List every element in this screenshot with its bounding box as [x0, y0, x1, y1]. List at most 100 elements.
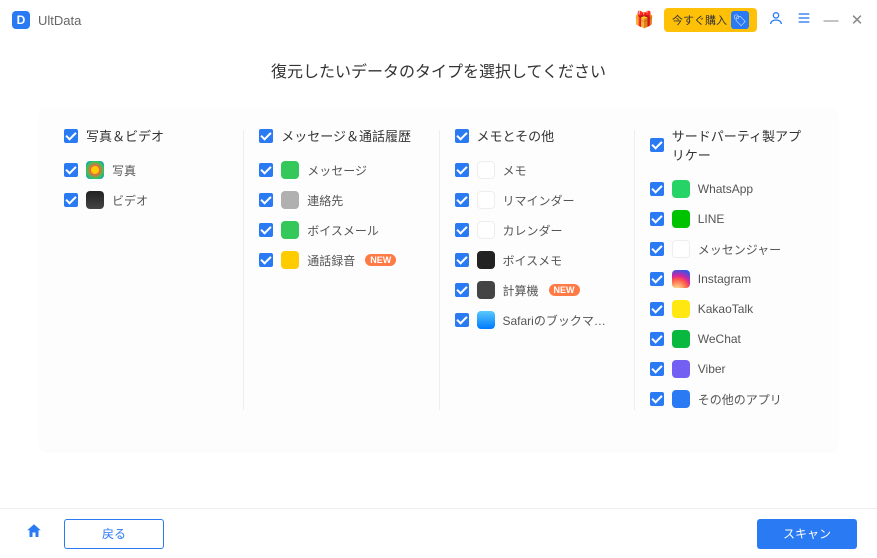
group-notes-checkbox[interactable]: [455, 129, 469, 143]
list-item: リマインダー: [455, 191, 618, 209]
item-checkbox[interactable]: [650, 182, 664, 196]
item-label: その他のアプリ: [698, 391, 782, 408]
list-item: メモ: [455, 161, 618, 179]
item-checkbox[interactable]: [650, 212, 664, 226]
user-icon[interactable]: [767, 10, 785, 30]
wechat-icon: [672, 330, 690, 348]
titlebar: D UltData 🎁 今すぐ購入 🏷 — ✕: [0, 0, 877, 40]
list-item: カレンダー: [455, 221, 618, 239]
calendar-icon: [477, 221, 495, 239]
group-photos-checkbox[interactable]: [64, 129, 78, 143]
item-checkbox[interactable]: [455, 253, 469, 267]
item-checkbox[interactable]: [650, 332, 664, 346]
item-checkbox[interactable]: [455, 313, 469, 327]
list-item: メッセンジャー: [650, 240, 813, 258]
item-label: カレンダー: [503, 222, 563, 239]
call-record-icon: [281, 251, 299, 269]
group-photos-videos: 写真＆ビデオ 写真ビデオ: [48, 108, 243, 430]
item-checkbox[interactable]: [259, 163, 273, 177]
list-item: 連絡先: [259, 191, 422, 209]
item-checkbox[interactable]: [650, 272, 664, 286]
app-logo-icon: D: [12, 11, 30, 29]
group-thirdparty: サードパーティ製アプリケー WhatsApp LINE メッセンジャー Instagr…: [634, 108, 829, 430]
viber-icon: [672, 360, 690, 378]
item-label: KakaoTalk: [698, 302, 753, 316]
list-item: Instagram: [650, 270, 813, 288]
item-checkbox[interactable]: [64, 163, 78, 177]
messages-icon: [281, 161, 299, 179]
list-item: Safariのブックマ…: [455, 311, 618, 329]
item-checkbox[interactable]: [650, 242, 664, 256]
item-label: 連絡先: [307, 192, 343, 209]
list-item: ビデオ: [64, 191, 227, 209]
buy-now-button[interactable]: 今すぐ購入 🏷: [664, 8, 757, 32]
buy-now-label: 今すぐ購入: [672, 12, 727, 28]
group-messages-title: メッセージ＆通話履歴: [281, 126, 411, 145]
list-item: その他のアプリ: [650, 390, 813, 408]
voice-memo-icon: [477, 251, 495, 269]
item-checkbox[interactable]: [650, 362, 664, 376]
close-button[interactable]: ✕: [849, 11, 865, 29]
reminders-icon: [477, 191, 495, 209]
item-label: 計算機: [503, 282, 539, 299]
list-item: WeChat: [650, 330, 813, 348]
list-item: KakaoTalk: [650, 300, 813, 318]
item-label: ボイスメール: [307, 222, 379, 239]
group-photos-title: 写真＆ビデオ: [86, 126, 164, 145]
item-label: WhatsApp: [698, 182, 753, 196]
new-badge: NEW: [365, 254, 396, 266]
list-item: WhatsApp: [650, 180, 813, 198]
messenger-icon: [672, 240, 690, 258]
item-label: Safariのブックマ…: [503, 312, 606, 329]
group-notes: メモとその他 メモリマインダーカレンダーボイスメモ計算機 NEW Safariのブッ…: [439, 108, 634, 430]
cart-badge-icon: 🏷: [731, 11, 749, 29]
list-item: Viber: [650, 360, 813, 378]
item-label: LINE: [698, 212, 725, 226]
item-checkbox[interactable]: [64, 193, 78, 207]
item-label: メモ: [503, 162, 527, 179]
group-thirdparty-title: サードパーティ製アプリケー: [672, 126, 813, 164]
contacts-icon: [281, 191, 299, 209]
item-label: Viber: [698, 362, 726, 376]
item-label: 通話録音: [307, 252, 355, 269]
item-checkbox[interactable]: [455, 283, 469, 297]
app-title: UltData: [38, 13, 81, 28]
item-checkbox[interactable]: [259, 223, 273, 237]
new-badge: NEW: [549, 284, 580, 296]
page-title: 復元したいデータのタイプを選択してください: [0, 58, 877, 82]
item-label: ボイスメモ: [503, 252, 563, 269]
item-label: 写真: [112, 162, 136, 179]
voicemail-icon: [281, 221, 299, 239]
group-notes-title: メモとその他: [477, 126, 555, 145]
item-checkbox[interactable]: [650, 392, 664, 406]
item-checkbox[interactable]: [259, 253, 273, 267]
home-button[interactable]: [20, 520, 48, 548]
calculator-icon: [477, 281, 495, 299]
list-item: 写真: [64, 161, 227, 179]
minimize-button[interactable]: —: [823, 12, 839, 29]
footer: 戻る スキャン: [0, 508, 877, 558]
item-checkbox[interactable]: [455, 163, 469, 177]
group-messages-checkbox[interactable]: [259, 129, 273, 143]
list-item: ボイスメール: [259, 221, 422, 239]
item-label: Instagram: [698, 272, 751, 286]
item-checkbox[interactable]: [455, 193, 469, 207]
safari-icon: [477, 311, 495, 329]
menu-icon[interactable]: [795, 10, 813, 30]
list-item: LINE: [650, 210, 813, 228]
back-button[interactable]: 戻る: [64, 519, 164, 549]
item-label: ビデオ: [112, 192, 148, 209]
item-checkbox[interactable]: [650, 302, 664, 316]
item-checkbox[interactable]: [455, 223, 469, 237]
group-thirdparty-checkbox[interactable]: [650, 138, 664, 152]
scan-button[interactable]: スキャン: [757, 519, 857, 549]
line-icon: [672, 210, 690, 228]
list-item: 計算機 NEW: [455, 281, 618, 299]
item-checkbox[interactable]: [259, 193, 273, 207]
gift-icon[interactable]: 🎁: [634, 10, 654, 30]
photos-icon: [86, 161, 104, 179]
titlebar-actions: 🎁 今すぐ購入 🏷 — ✕: [634, 8, 865, 32]
kakaotalk-icon: [672, 300, 690, 318]
item-label: リマインダー: [503, 192, 575, 209]
videos-icon: [86, 191, 104, 209]
